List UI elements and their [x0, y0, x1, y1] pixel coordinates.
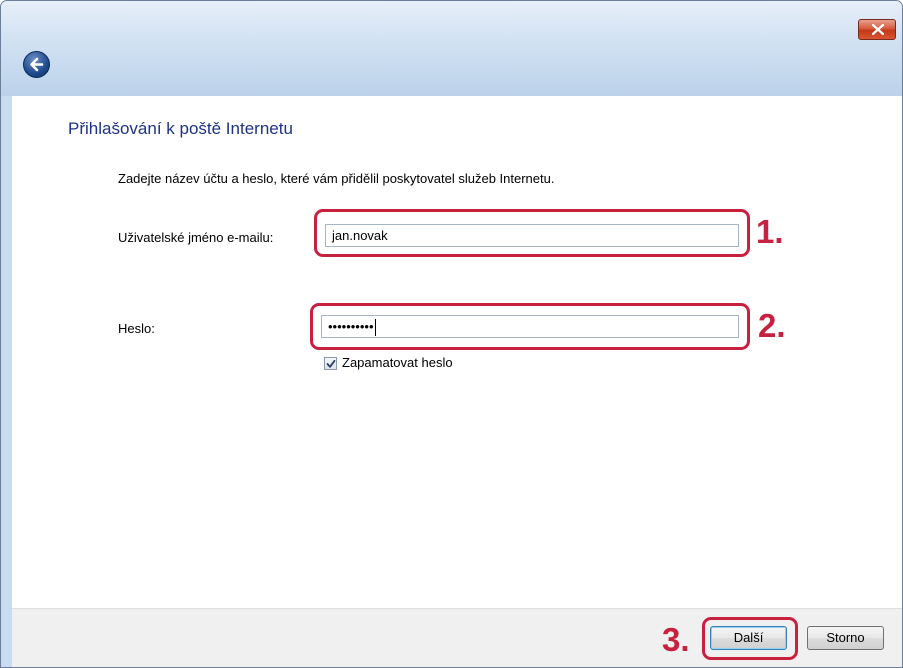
page-title: Přihlašování k poště Internetu	[68, 119, 293, 138]
checkmark-icon	[326, 359, 336, 368]
remember-checkbox[interactable]	[324, 357, 337, 370]
button-bar: 3. Další Storno	[12, 608, 902, 667]
cancel-button[interactable]: Storno	[807, 626, 884, 650]
step3-label: 3.	[662, 621, 690, 658]
wizard-content: Přihlašování k poště Internetu Zadejte n…	[12, 96, 902, 608]
next-button[interactable]: Další	[710, 626, 787, 650]
remember-label[interactable]: Zapamatovat heslo	[342, 355, 453, 370]
title-bar	[1, 1, 902, 96]
step2-label: 2.	[758, 307, 786, 344]
back-button[interactable]	[23, 51, 50, 78]
wizard-window: Přihlašování k poště Internetu Zadejte n…	[0, 0, 903, 668]
close-icon	[872, 24, 884, 35]
back-arrow-icon	[30, 57, 44, 72]
close-button[interactable]	[858, 19, 896, 40]
step1-highlight	[314, 209, 750, 257]
username-label: Uživatelské jméno e-mailu:	[118, 230, 274, 245]
step2-highlight	[310, 303, 750, 350]
intro-text: Zadejte název účtu a heslo, které vám př…	[118, 171, 555, 186]
password-label: Heslo:	[118, 321, 155, 336]
step1-label: 1.	[756, 213, 784, 250]
